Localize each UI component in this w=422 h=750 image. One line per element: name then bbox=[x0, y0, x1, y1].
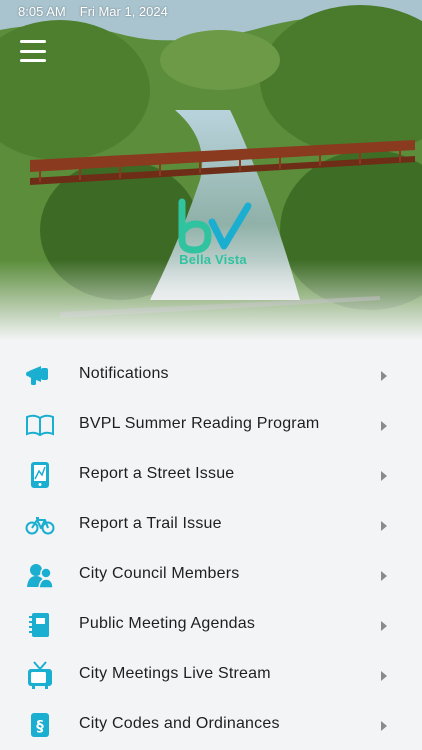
hamburger-bar bbox=[20, 49, 46, 53]
menu-item-label: City Codes and Ordinances bbox=[79, 715, 280, 732]
menu-item-meeting-agendas[interactable]: Public Meeting Agendas bbox=[0, 600, 422, 650]
chevron-right-icon bbox=[381, 471, 387, 481]
menu-item-summer-reading[interactable]: BVPL Summer Reading Program bbox=[0, 400, 422, 450]
menu-item-label: BVPL Summer Reading Program bbox=[79, 415, 320, 432]
status-date: Fri Mar 1, 2024 bbox=[79, 4, 168, 19]
section-book-icon: § bbox=[24, 711, 56, 739]
menu-item-label: City Meetings Live Stream bbox=[79, 665, 271, 682]
status-bar: 8:05 AM Fri Mar 1, 2024 bbox=[18, 4, 168, 19]
menu-item-trail-issue[interactable]: Report a Trail Issue bbox=[0, 500, 422, 550]
river-bridge-photo bbox=[0, 0, 422, 340]
bicycle-icon bbox=[24, 511, 56, 539]
menu-item-label: City Council Members bbox=[79, 565, 240, 582]
open-book-icon bbox=[24, 411, 56, 439]
notebook-icon bbox=[24, 611, 56, 639]
menu-item-live-stream[interactable]: City Meetings Live Stream bbox=[0, 650, 422, 700]
menu-item-label: Report a Street Issue bbox=[79, 465, 235, 482]
menu-item-council-members[interactable]: City Council Members bbox=[0, 550, 422, 600]
hamburger-bar bbox=[20, 59, 46, 62]
chevron-right-icon bbox=[381, 621, 387, 631]
hamburger-bar bbox=[20, 40, 46, 43]
status-time: 8:05 AM bbox=[18, 4, 66, 19]
megaphone-icon bbox=[24, 361, 56, 389]
svg-text:§: § bbox=[36, 717, 44, 735]
logo-text: Bella Vista bbox=[179, 252, 247, 267]
bv-logo-mark bbox=[178, 198, 252, 254]
chevron-right-icon bbox=[381, 521, 387, 531]
chevron-right-icon bbox=[381, 571, 387, 581]
menu-item-label: Report a Trail Issue bbox=[79, 515, 222, 532]
hero-image: 8:05 AM Fri Mar 1, 2024 Bella Vista bbox=[0, 0, 422, 340]
menu-item-label: Notifications bbox=[79, 365, 169, 382]
menu-item-notifications[interactable]: Notifications bbox=[0, 350, 422, 400]
menu-item-street-issue[interactable]: Report a Street Issue bbox=[0, 450, 422, 500]
hamburger-menu-button[interactable] bbox=[20, 40, 46, 62]
chevron-right-icon bbox=[381, 421, 387, 431]
bella-vista-logo: Bella Vista bbox=[168, 198, 258, 276]
people-icon bbox=[24, 561, 56, 589]
chevron-right-icon bbox=[381, 671, 387, 681]
menu-item-label: Public Meeting Agendas bbox=[79, 615, 256, 632]
chevron-right-icon bbox=[381, 371, 387, 381]
chevron-right-icon bbox=[381, 721, 387, 731]
tv-icon bbox=[24, 661, 56, 689]
main-menu: Notifications BVPL Summer Reading Progra… bbox=[0, 350, 422, 750]
map-phone-icon bbox=[24, 461, 56, 489]
menu-item-codes-ordinances[interactable]: § City Codes and Ordinances bbox=[0, 700, 422, 750]
